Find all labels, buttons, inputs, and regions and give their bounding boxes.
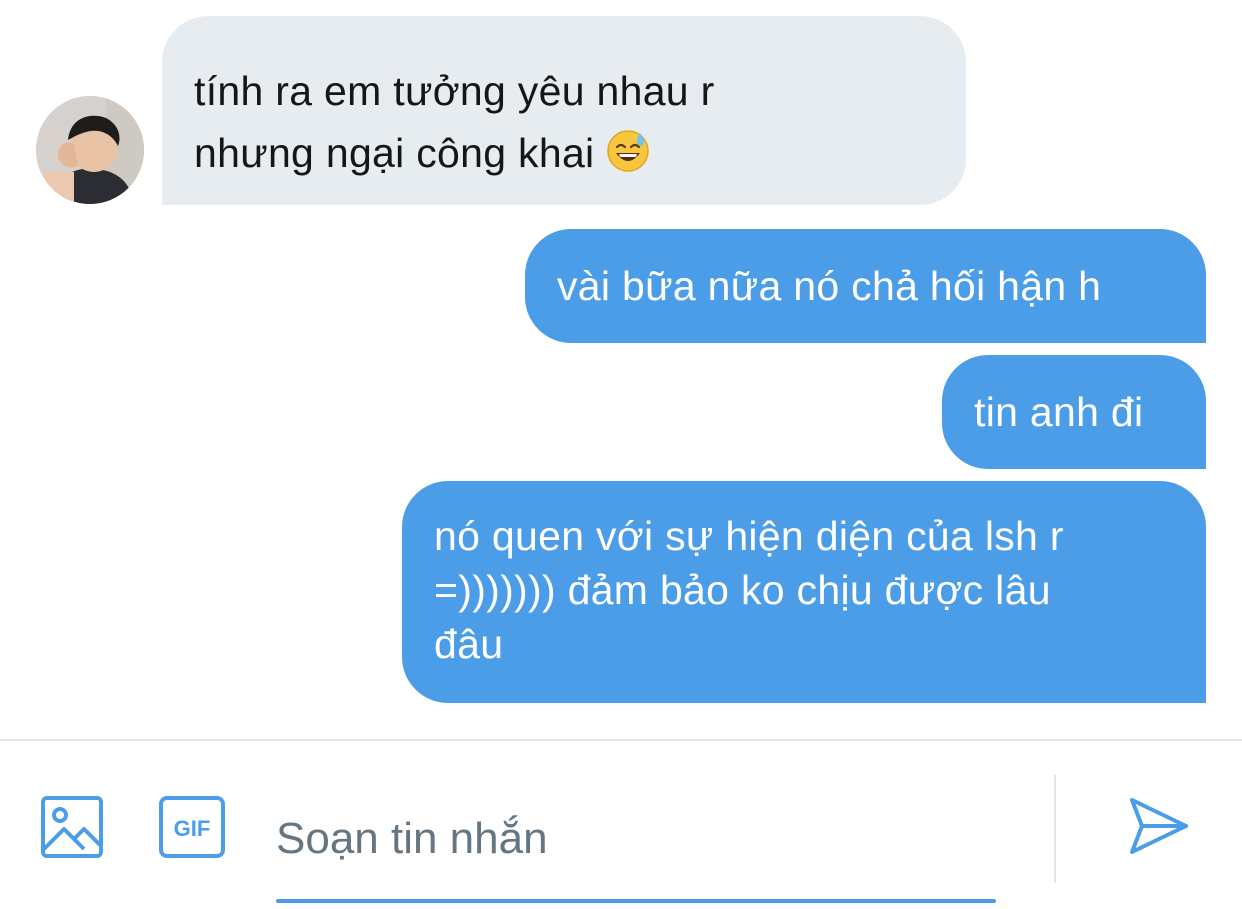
message-line: tin anh đi: [974, 389, 1144, 435]
conversation-view: tính ra em tưởng yêu nhau r nhưng ngại c…: [0, 0, 1242, 739]
message-line: nó quen với sự hiện diện của lsh r: [434, 513, 1064, 559]
sweat-smile-emoji: [607, 130, 650, 172]
message-line: nhưng ngại công khai: [194, 122, 936, 184]
message-input-wrapper: [276, 781, 996, 903]
avatar[interactable]: [36, 96, 144, 204]
input-focus-underline: [276, 899, 996, 903]
add-image-button[interactable]: [40, 795, 104, 859]
outgoing-message[interactable]: nó quen với sự hiện diện của lsh r =))))…: [402, 481, 1206, 703]
message-input[interactable]: [276, 781, 996, 897]
message-line: đâu: [434, 621, 504, 667]
message-line: tính ra em tưởng yêu nhau r: [194, 68, 715, 114]
composer-divider: [1054, 775, 1056, 883]
send-button[interactable]: [1124, 792, 1192, 860]
image-icon: [41, 796, 103, 858]
gif-icon: GIF: [159, 796, 225, 858]
message-composer: GIF: [0, 739, 1242, 909]
outgoing-message[interactable]: vài bữa nữa nó chả hối hận h: [525, 229, 1206, 343]
message-line-text: nhưng ngại công khai: [194, 130, 595, 176]
send-icon: [1130, 798, 1188, 854]
outgoing-message[interactable]: tin anh đi: [942, 355, 1206, 469]
avatar-photo: [36, 96, 144, 204]
add-gif-button[interactable]: GIF: [158, 795, 226, 859]
incoming-message[interactable]: tính ra em tưởng yêu nhau r nhưng ngại c…: [162, 16, 966, 205]
message-line: =))))))) đảm bảo ko chịu được lâu: [434, 567, 1051, 613]
message-line: vài bữa nữa nó chả hối hận h: [557, 263, 1102, 309]
gif-label: GIF: [174, 816, 211, 841]
